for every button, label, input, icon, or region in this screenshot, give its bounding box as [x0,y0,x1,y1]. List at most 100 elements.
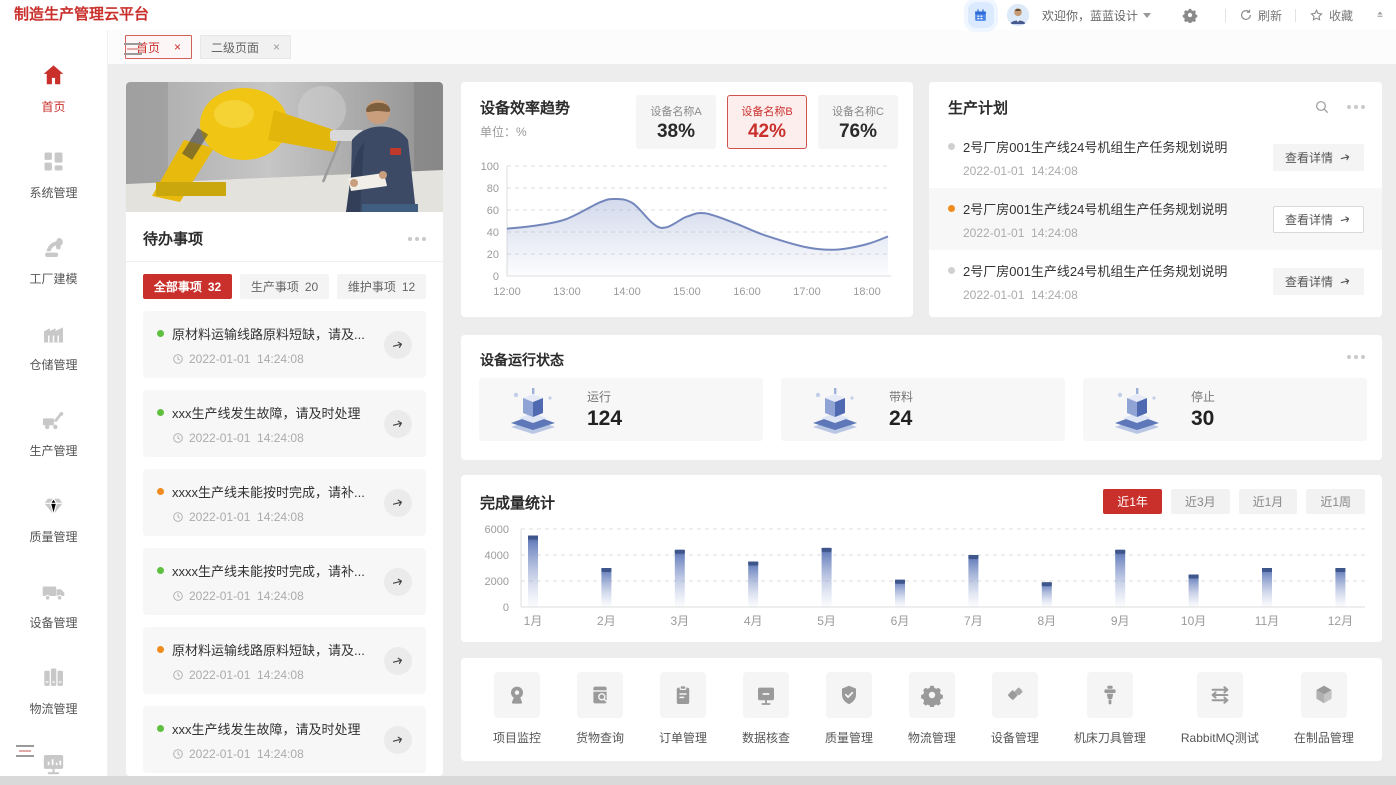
sidebar-item-系统管理[interactable]: 系统管理 [29,148,78,201]
device-stat-设备名称A[interactable]: 设备名称A 38% [636,95,716,149]
todo-item-time: 2022-01-01 14:24:08 [189,431,304,445]
todo-list-item[interactable]: xxx生产线发生故障，请及时处理 2022-01-01 14:24:08 [143,390,426,457]
todo-item-text: xxxx生产线未能按时完成，请补... [172,485,365,500]
filter-近3月[interactable]: 近3月 [1170,489,1230,514]
todo-panel: 待办事项 全部事项 32 生产事项 20 维护事项 12 原材料运输线路原料短缺，请及… [126,82,443,776]
settings-gear-button[interactable] [1182,7,1198,24]
close-icon[interactable]: × [174,40,181,54]
open-item-button[interactable] [384,488,412,517]
todo-list-item[interactable]: xxxx生产线未能按时完成，请补... 2022-01-01 14:24:08 [143,469,426,536]
svg-text:4月: 4月 [744,614,763,628]
shortcut-RabbitMQ测试[interactable]: RabbitMQ测试 [1181,672,1259,746]
device-efficiency-value: 42% [747,121,787,142]
svg-text:16:00: 16:00 [733,286,761,298]
warehouse-icon [40,320,67,347]
sidebar-item-首页[interactable]: 首页 [40,62,67,115]
shortcut-设备管理[interactable]: 设备管理 [991,672,1039,746]
welcome-menu[interactable]: 欢迎你，蓝蓝设计 [1042,7,1151,24]
shortcut-货物查询[interactable]: 货物查询 [576,672,624,746]
shield-check-icon [825,672,872,718]
drill-icon [1086,672,1133,718]
todo-filter-全部事项[interactable]: 全部事项 32 [143,274,232,299]
sidebar-item-工厂建模[interactable]: 工厂建模 [29,234,78,287]
open-item-button[interactable] [384,330,412,359]
device-stat-设备名称C[interactable]: 设备名称C 76% [818,95,898,149]
svg-text:5月: 5月 [817,614,836,628]
shortcut-在制品管理[interactable]: 在制品管理 [1294,672,1354,746]
filter-近1周[interactable]: 近1周 [1306,489,1365,514]
view-detail-button[interactable]: 查看详情 [1272,143,1364,171]
page-tabs: 首页 × 二级页面 × [125,35,292,59]
shortcut-物流管理[interactable]: 物流管理 [908,672,956,746]
todo-list-item[interactable]: xxx生产线发生故障，请及时处理 2022-01-01 14:24:08 [143,706,426,773]
layers-icon [991,672,1038,718]
production-plan-panel: 生产计划 2号厂房001生产线24号机组生产任务规划说明 2022-01-01 … [929,82,1382,317]
filter-近1月[interactable]: 近1月 [1238,489,1298,514]
sidebar-item-物流管理[interactable]: 物流管理 [29,664,78,717]
todo-item-text: 原材料运输线路原料短缺，请及... [172,643,365,658]
todo-filter-维护事项[interactable]: 维护事项 12 [337,274,426,299]
calendar-button[interactable] [967,2,994,28]
svg-text:7月: 7月 [964,614,983,628]
shortcut-数据核查[interactable]: 数据核查 [742,672,790,746]
view-detail-button[interactable]: 查看详情 [1272,205,1364,233]
sidebar-item-生产管理[interactable]: 生产管理 [29,406,78,459]
tab-options-button[interactable] [124,40,142,58]
todo-item-time: 2022-01-01 14:24:08 [189,747,304,761]
status-title: 设备运行状态 [480,352,564,368]
svg-text:8月: 8月 [1037,614,1056,628]
svg-text:0: 0 [503,602,509,614]
refresh-label: 刷新 [1257,8,1282,23]
welcome-text: 欢迎你，蓝蓝设计 [1041,8,1138,23]
diamond-icon [40,492,67,519]
view-detail-button[interactable]: 查看详情 [1272,267,1364,295]
open-item-button[interactable] [384,409,412,438]
shortcut-项目监控[interactable]: 项目监控 [493,672,541,746]
shortcut-机床刀具管理[interactable]: 机床刀具管理 [1074,672,1146,746]
todo-list-item[interactable]: 原材料运输线路原料短缺，请及... 2022-01-01 14:24:08 [143,311,426,378]
clock-icon [173,749,183,759]
svg-text:18:00: 18:00 [853,286,881,298]
device-stat-设备名称B[interactable]: 设备名称B 42% [727,95,807,149]
sidebar-item-仓储管理[interactable]: 仓储管理 [29,320,78,373]
plan-list-item[interactable]: 2号厂房001生产线24号机组生产任务规划说明 2022-01-01 14:24… [929,126,1382,188]
todo-list-item[interactable]: xxxx生产线未能按时完成，请补... 2022-01-01 14:24:08 [143,548,426,615]
more-dots-icon[interactable] [408,236,426,241]
more-dots-icon[interactable] [1347,105,1365,109]
shortcut-质量管理[interactable]: 质量管理 [825,672,873,746]
plan-item-time: 2022-01-01 14:24:08 [963,225,1078,240]
page-tab-二级页面[interactable]: 二级页面 × [200,35,292,59]
close-icon[interactable]: × [273,40,280,54]
status-card-运行: 运行 124 [479,378,763,441]
status-label: 运行 [587,390,612,404]
todo-filter-生产事项[interactable]: 生产事项 20 [240,274,329,299]
sidebar-collapse-button[interactable] [16,742,34,760]
sidebar-item-质量管理[interactable]: 质量管理 [29,492,78,545]
more-dots-icon[interactable] [1347,355,1365,359]
todo-item-text: xxxx生产线未能按时完成，请补... [172,564,365,579]
favorite-button[interactable]: 收藏 [1309,7,1353,24]
shortcut-订单管理[interactable]: 订单管理 [659,672,707,746]
filter-近1年[interactable]: 近1年 [1103,489,1162,514]
open-item-button[interactable] [384,646,412,675]
plan-list-item[interactable]: 2号厂房001生产线24号机组生产任务规划说明 2022-01-01 14:24… [929,250,1382,312]
todo-item-text: xxx生产线发生故障，请及时处理 [172,406,361,421]
status-label: 停止 [1191,390,1216,404]
open-item-button[interactable] [384,725,412,754]
plan-list-item[interactable]: 2号厂房001生产线24号机组生产任务规划说明 2022-01-01 14:24… [929,188,1382,250]
sidebar-item-设备管理[interactable]: 设备管理 [29,578,78,631]
search-icon[interactable] [1314,99,1330,115]
avatar[interactable] [1006,4,1029,26]
open-item-button[interactable] [384,567,412,596]
machine-isometric-icon [1115,387,1159,434]
todo-list-item[interactable]: 原材料运输线路原料短缺，请及... 2022-01-01 14:24:08 [143,627,426,694]
collapse-header-button[interactable] [1374,8,1386,23]
svg-text:6000: 6000 [485,524,509,536]
arrow-right-icon [392,736,402,743]
shortcut-label: 在制品管理 [1293,731,1354,745]
svg-text:100: 100 [481,161,499,173]
refresh-button[interactable]: 刷新 [1239,7,1282,24]
grid-icon [40,148,67,175]
efficiency-unit-label: 单位：% [480,125,527,139]
plan-item-time: 2022-01-01 14:24:08 [963,163,1078,178]
